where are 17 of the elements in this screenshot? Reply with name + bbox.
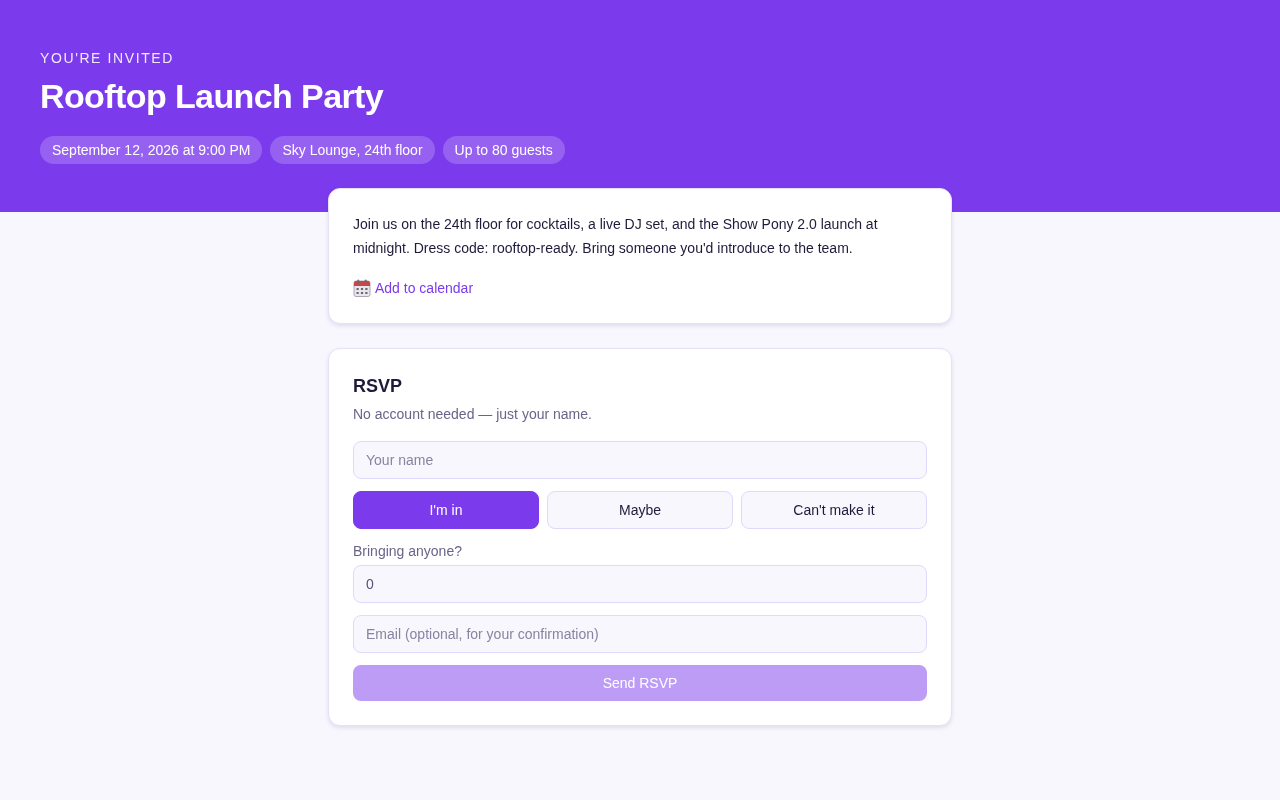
rsvp-heading: RSVP: [353, 375, 404, 398]
info-chip: September 12, 2026 at 9:00 PM: [40, 136, 263, 164]
calendar-icon: [353, 279, 371, 297]
eyebrow-label: YOU'RE INVITED: [40, 49, 175, 68]
rsvp-option-button[interactable]: I'm in: [353, 491, 539, 529]
email-input-field[interactable]: Email (optional, for your confirmation): [353, 615, 927, 653]
rsvp-option-button[interactable]: Can't make it: [741, 491, 927, 529]
add-to-calendar-link[interactable]: Add to calendar: [375, 280, 474, 296]
event-title: Rooftop Launch Party: [40, 76, 385, 116]
guests-input-field[interactable]: 0: [353, 565, 927, 603]
rsvp-option-button[interactable]: Maybe: [547, 491, 733, 529]
rsvp-subtitle: No account needed — just your name.: [353, 405, 593, 424]
guests-label: Bringing anyone?: [353, 542, 463, 561]
event-description: Join us on the 24th floor for cocktails, a live DJ set, and the Show Pony 2.0 launch at midnight. Dress code: rooftop-ready. Bring someone you'd introduce to the team.: [353, 215, 879, 258]
info-chip: Up to 80 guests: [442, 136, 565, 164]
name-input-field[interactable]: Your name: [353, 441, 927, 479]
info-chip: Sky Lounge, 24th floor: [270, 136, 435, 164]
